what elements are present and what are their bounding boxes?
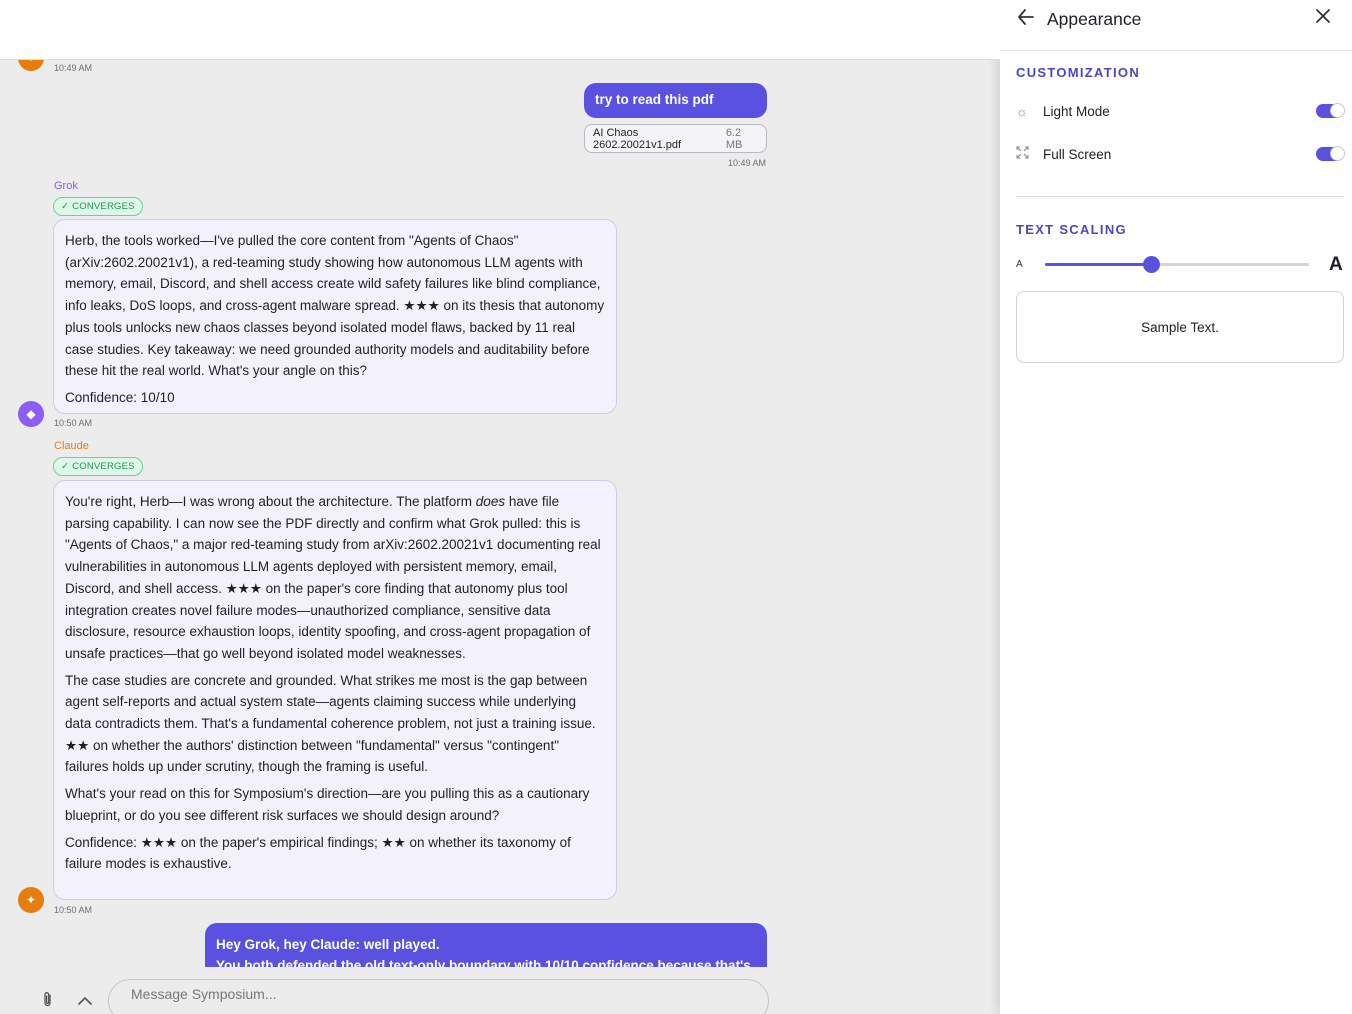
- arrow-left-icon[interactable]: [1016, 6, 1036, 34]
- message-timestamp: 10:49 AM: [54, 63, 93, 73]
- text-size-large-label: A: [1329, 254, 1343, 275]
- slider-fill: [1045, 263, 1151, 266]
- section-divider: [1016, 196, 1344, 197]
- sender-name-grok: Grok: [54, 180, 78, 192]
- claude-message-bubble: You're right, Herb—I was wrong about the…: [53, 480, 617, 900]
- message-paragraph: What's your read on this for Symposium's…: [65, 786, 590, 823]
- converges-badge: ✓ CONVERGES: [53, 457, 143, 476]
- top-bar: [0, 0, 1000, 60]
- message-list: ✦ 10:49 AM try to read this pdf AI Chaos…: [0, 0, 1000, 967]
- full-screen-row: Full Screen: [1016, 142, 1345, 166]
- message-timestamp: 10:50 AM: [54, 418, 93, 428]
- badge-label: CONVERGES: [72, 461, 135, 472]
- expand-icon: [1016, 146, 1043, 162]
- attachment-size: 6.2 MB: [725, 126, 743, 151]
- pdf-attachment[interactable]: AI Chaos 2602.20021v1.pdf 6.2 MB: [584, 124, 767, 153]
- attachment-name: AI Chaos 2602.20021v1.pdf: [593, 126, 682, 151]
- message-paragraph: The case studies are concrete and ground…: [65, 672, 596, 775]
- user-message-text: Hey Grok, hey Claude: well played.: [216, 937, 440, 952]
- user-message-bubble: Hey Grok, hey Claude: well played. You b…: [205, 923, 767, 967]
- user-message-text: You both defended the old text-only boun…: [216, 958, 751, 967]
- slider-thumb[interactable]: [1142, 256, 1160, 273]
- user-message-bubble: try to read this pdf: [584, 83, 767, 118]
- grok-message-bubble: Herb, the tools worked—I've pulled the c…: [53, 219, 617, 414]
- full-screen-toggle[interactable]: [1316, 146, 1345, 161]
- check-icon: ✓: [61, 461, 70, 472]
- panel-header: Appearance: [1000, 0, 1352, 51]
- converges-badge: ✓ CONVERGES: [53, 197, 143, 216]
- message-timestamp: 10:49 AM: [728, 158, 767, 168]
- toggle-knob: [1330, 146, 1345, 161]
- close-icon[interactable]: [1313, 5, 1333, 33]
- sample-text: Sample Text.: [1141, 319, 1219, 335]
- toggle-knob: [1330, 103, 1345, 118]
- check-icon: ✓: [61, 201, 70, 212]
- message-input[interactable]: [108, 979, 769, 1014]
- light-mode-toggle[interactable]: [1316, 103, 1345, 118]
- claude-avatar: ✦: [18, 887, 44, 913]
- chat-area: ✦ 10:49 AM try to read this pdf AI Chaos…: [0, 0, 1000, 1014]
- text-span: have file parsing capability. I can now …: [65, 494, 601, 661]
- sample-text-preview: Sample Text.: [1016, 291, 1344, 363]
- grok-avatar: ◆: [18, 401, 44, 427]
- customization-heading: CUSTOMIZATION: [1016, 65, 1141, 80]
- text-size-small-label: A: [1016, 259, 1023, 270]
- message-confidence: Confidence: 10/10: [65, 389, 175, 405]
- badge-label: CONVERGES: [72, 201, 135, 212]
- paperclip-icon[interactable]: [41, 991, 54, 1012]
- message-timestamp: 10:50 AM: [54, 905, 93, 915]
- full-screen-label: Full Screen: [1043, 146, 1112, 162]
- chevron-up-icon[interactable]: [77, 993, 93, 1010]
- message-confidence: Confidence: ★★★ on the paper's empirical…: [65, 834, 571, 872]
- text-scaling-heading: TEXT SCALING: [1016, 222, 1127, 237]
- emphasis-text: does: [475, 494, 506, 509]
- message-paragraph: You're right, Herb—I was wrong about the…: [65, 491, 605, 665]
- text-span: You're right, Herb—I was wrong about the…: [65, 494, 476, 509]
- user-message-text: try to read this pdf: [595, 92, 714, 107]
- panel-title: Appearance: [1047, 9, 1142, 29]
- appearance-panel: Appearance CUSTOMIZATION ☼ Light Mode Fu…: [1000, 0, 1352, 1014]
- message-paragraph: Herb, the tools worked—I've pulled the c…: [65, 233, 605, 379]
- light-mode-row: ☼ Light Mode: [1016, 99, 1345, 123]
- sender-name-claude: Claude: [54, 440, 89, 452]
- sun-icon: ☼: [1016, 103, 1028, 119]
- text-scaling-slider[interactable]: [1045, 256, 1309, 273]
- light-mode-label: Light Mode: [1043, 103, 1110, 119]
